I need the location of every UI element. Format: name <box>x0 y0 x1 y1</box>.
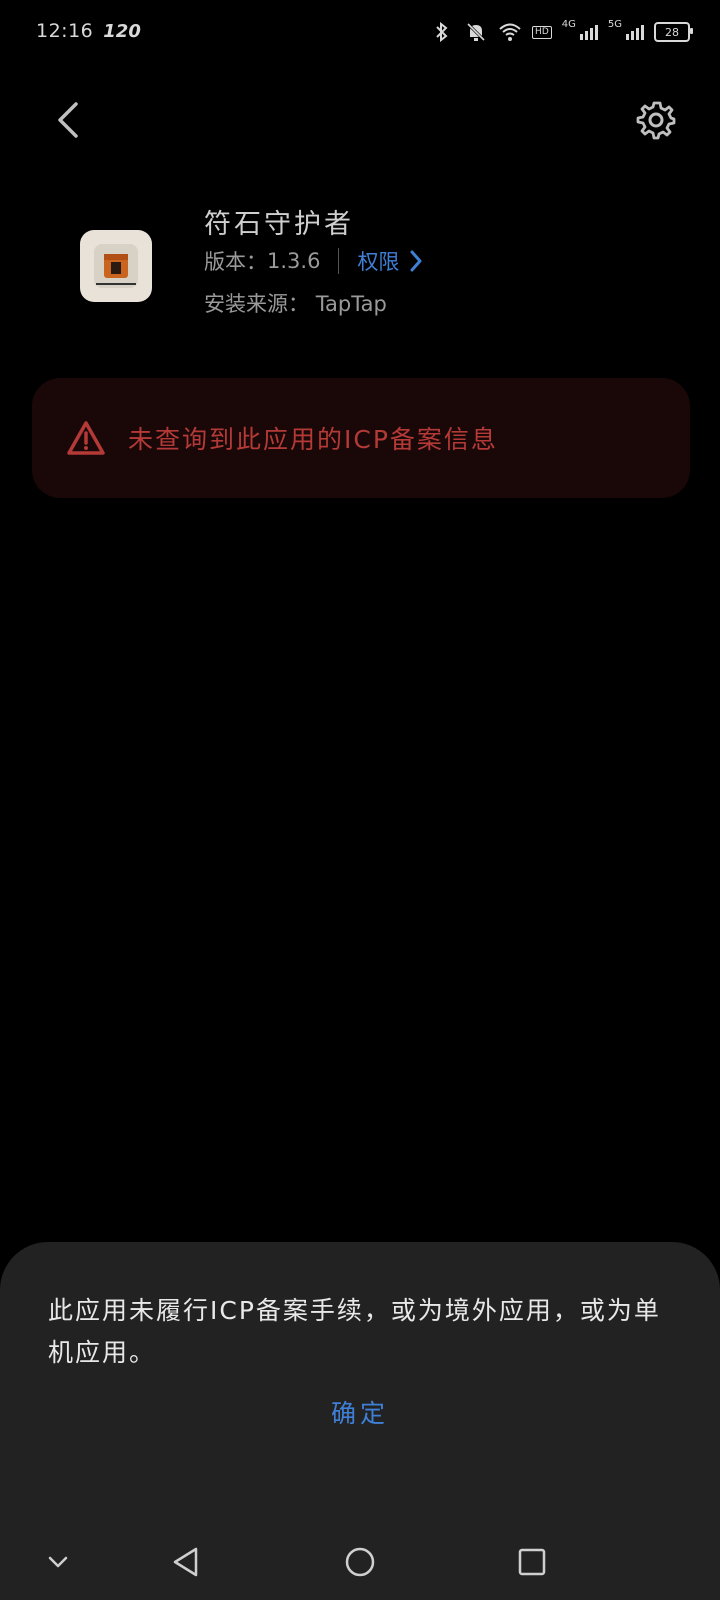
status-time: 12:16 <box>36 20 94 42</box>
sheet-message: 此应用未履行ICP备案手续，或为境外应用，或为单机应用。 <box>48 1296 661 1367</box>
gear-icon <box>636 101 676 140</box>
signal-bars-icon <box>579 24 598 40</box>
meta-divider <box>338 248 340 274</box>
back-button[interactable] <box>46 98 90 142</box>
nav-recents-button[interactable] <box>504 1534 560 1590</box>
source-value: TapTap <box>315 292 387 316</box>
warning-triangle-icon <box>66 420 106 456</box>
battery-icon: 28 <box>654 22 693 42</box>
status-left: 12:16 120 <box>36 20 141 42</box>
status-bar: 12:16 120 HD 4G 5G 28 <box>0 0 720 68</box>
version-label: 版本： <box>204 250 267 274</box>
hd-badge: HD <box>532 25 552 39</box>
app-info: 符石守护者 版本： 1.3.6 权限 安装来源： TapTap <box>0 190 720 330</box>
bell-muted-icon <box>464 18 488 46</box>
network-5g: 5G <box>608 19 644 40</box>
permissions-link[interactable]: 权限 <box>357 246 423 276</box>
wifi-icon <box>498 18 522 46</box>
permissions-label: 权限 <box>357 250 400 274</box>
signal-bars-icon <box>626 24 644 40</box>
app-name: 符石守护者 <box>204 209 354 240</box>
chevron-left-icon <box>58 102 78 138</box>
chevron-right-icon <box>410 250 422 272</box>
source-label: 安装来源： <box>204 292 309 316</box>
icp-warning-card: 未查询到此应用的ICP备案信息 <box>32 378 690 498</box>
app-version-row: 版本： 1.3.6 权限 <box>204 246 423 276</box>
nav-back-button[interactable] <box>158 1534 214 1590</box>
network-4g-label: 4G <box>561 18 576 30</box>
version-value: 1.3.6 <box>267 249 321 273</box>
bluetooth-icon <box>430 18 454 46</box>
nav-home-button[interactable] <box>332 1534 388 1590</box>
circle-home-icon <box>345 1547 375 1577</box>
settings-button[interactable] <box>632 96 680 144</box>
confirm-button[interactable]: 确定 <box>0 1394 720 1430</box>
triangle-back-icon <box>173 1547 198 1577</box>
app-icon <box>80 230 152 302</box>
nav-collapse-button[interactable] <box>30 1534 86 1590</box>
chevron-down-icon <box>48 1556 68 1568</box>
battery-level: 28 <box>665 25 679 39</box>
navigation-bar <box>0 1520 720 1600</box>
network-5g-label: 5G <box>607 18 622 30</box>
top-bar <box>0 90 720 150</box>
refresh-rate: 120 <box>103 20 141 42</box>
status-right: HD 4G 5G 28 <box>430 18 693 46</box>
square-recents-icon <box>518 1548 546 1576</box>
app-source-row: 安装来源： TapTap <box>204 288 387 318</box>
icp-warning-text: 未查询到此应用的ICP备案信息 <box>128 425 498 454</box>
network-4g: 4G <box>562 19 598 40</box>
